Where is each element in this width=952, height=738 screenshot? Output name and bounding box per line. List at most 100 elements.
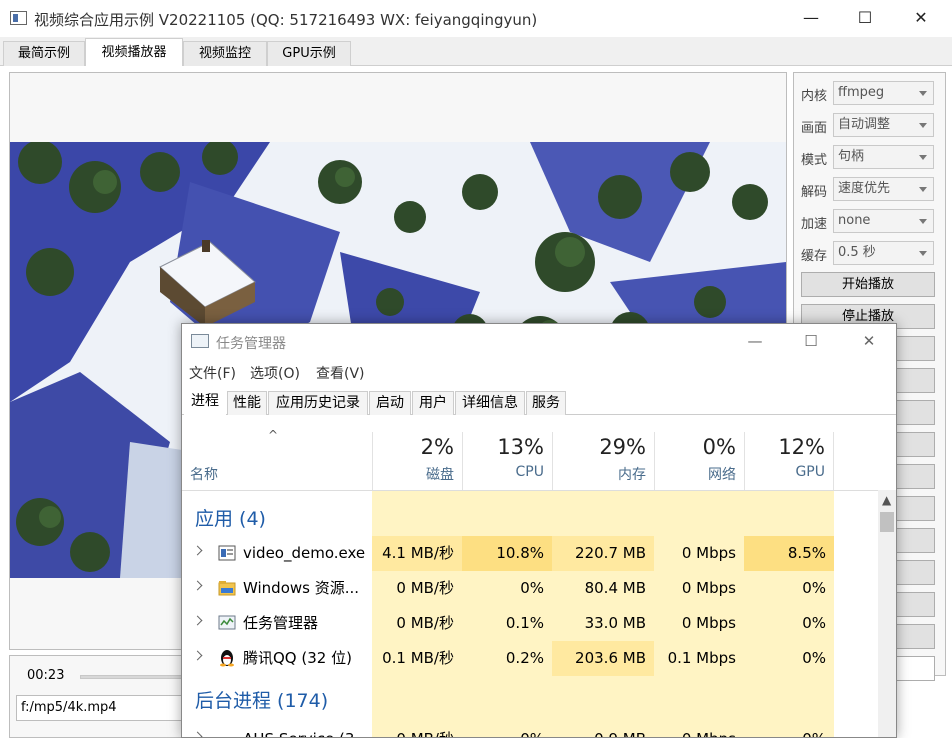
memory-value: 33.0 MB (584, 614, 646, 632)
network-value: 0 Mbps (681, 579, 736, 597)
tm-close-button[interactable]: ✕ (846, 324, 892, 358)
tab-performance[interactable]: 性能 (227, 391, 267, 415)
app-window-icon (218, 545, 236, 561)
option-label-decode: 解码 (801, 185, 828, 200)
task-manager-icon (191, 334, 209, 348)
url-input[interactable]: f:/mp5/4k.mp4 (16, 695, 186, 721)
option-label-cache: 缓存 (801, 249, 828, 264)
mode-combo[interactable]: 句柄 (833, 145, 934, 169)
group-row: 后台进程 (174) (182, 684, 882, 719)
menu-file[interactable]: 文件(F) (189, 363, 236, 383)
gpu-value: 0% (802, 579, 826, 597)
cpu-value: 0% (520, 579, 544, 597)
table-row[interactable]: 腾讯QQ (32 位) 0.1 MB/秒 0.2% 203.6 MB 0.1 M… (182, 641, 882, 676)
column-gpu[interactable]: 12% GPU (744, 432, 834, 490)
memory-value: 80.4 MB (584, 579, 646, 597)
column-disk[interactable]: 2% 磁盘 (372, 432, 462, 490)
task-manager-title: 任务管理器 (216, 336, 286, 352)
tab-app-history[interactable]: 应用历史记录 (268, 391, 368, 415)
chevron-down-icon (919, 123, 927, 128)
chevron-down-icon (919, 187, 927, 192)
process-list: 应用 (4) video_demo.exe 4.1 MB/秒 10.8% 220… (182, 490, 882, 737)
folder-icon (218, 581, 236, 596)
cpu-value: 0% (462, 722, 552, 737)
scale-combo[interactable]: 自动调整 (833, 113, 934, 137)
cpu-label: CPU (515, 464, 544, 480)
memory-value: 0.9 MB (552, 722, 654, 737)
gpu-value: 0% (744, 722, 834, 737)
disk-percent: 2% (420, 435, 454, 459)
network-value: 0 Mbps (681, 614, 736, 632)
sort-caret-icon: ^ (268, 428, 279, 442)
cache-combo-value: 0.5 秒 (838, 245, 876, 260)
chevron-right-icon[interactable] (192, 615, 203, 626)
group-background[interactable]: 后台进程 (174) (195, 686, 328, 713)
kernel-combo-value: ffmpeg (838, 85, 885, 100)
current-time: 00:23 (27, 668, 65, 683)
chevron-right-icon[interactable] (192, 545, 203, 556)
column-network[interactable]: 0% 网络 (654, 432, 744, 490)
accel-combo[interactable]: none (833, 209, 934, 233)
process-name: 腾讯QQ (32 位) (243, 649, 352, 667)
start-play-button[interactable]: 开始播放 (801, 272, 935, 297)
chevron-down-icon (919, 251, 927, 256)
scroll-thumb[interactable] (880, 512, 894, 532)
network-percent: 0% (702, 435, 736, 459)
mode-combo-value: 句柄 (838, 149, 865, 164)
cpu-value: 0.1% (505, 614, 544, 632)
tab-startup[interactable]: 启动 (369, 391, 411, 415)
disk-value: 0 MB/秒 (396, 614, 454, 632)
task-manager-title-bar: 任务管理器 — ☐ ✕ (182, 324, 896, 358)
column-memory[interactable]: 29% 内存 (552, 432, 654, 490)
menu-view[interactable]: 查看(V) (316, 363, 365, 383)
tab-gpu[interactable]: GPU示例 (267, 41, 351, 66)
decode-combo[interactable]: 速度优先 (833, 177, 934, 201)
process-name: AHS Service (3... (243, 722, 368, 737)
group-apps[interactable]: 应用 (4) (195, 504, 266, 531)
scroll-up-icon[interactable]: ▲ (882, 493, 891, 507)
memory-label: 内存 (618, 467, 646, 483)
table-row[interactable]: video_demo.exe 4.1 MB/秒 10.8% 220.7 MB 0… (182, 536, 882, 571)
maximize-button[interactable]: ☐ (842, 0, 888, 37)
table-row[interactable]: Windows 资源... 0 MB/秒 0% 80.4 MB 0 Mbps 0… (182, 571, 882, 606)
close-button[interactable]: ✕ (898, 0, 944, 37)
tm-tab-bar: 进程 性能 应用历史记录 启动 用户 详细信息 服务 (182, 387, 896, 416)
menu-options[interactable]: 选项(O) (250, 363, 300, 383)
cache-combo[interactable]: 0.5 秒 (833, 241, 934, 265)
process-name: Windows 资源... (243, 579, 360, 597)
table-row[interactable]: AHS Service (3... 0 MB/秒 0% 0.9 MB 0 Mbp… (182, 722, 882, 737)
scale-combo-value: 自动调整 (838, 117, 891, 132)
option-label-accel: 加速 (801, 217, 828, 232)
column-cpu[interactable]: 13% CPU (462, 432, 552, 490)
chevron-right-icon[interactable] (192, 731, 203, 737)
process-name: video_demo.exe (243, 544, 366, 562)
gpu-value: 8.5% (744, 536, 834, 571)
tab-users[interactable]: 用户 (412, 391, 454, 415)
tm-minimize-button[interactable]: — (732, 324, 778, 358)
table-row[interactable]: 任务管理器 0 MB/秒 0.1% 33.0 MB 0 Mbps 0% (182, 606, 882, 641)
tab-video-player[interactable]: 视频播放器 (85, 38, 183, 67)
tab-processes[interactable]: 进程 (184, 389, 226, 416)
tab-simple[interactable]: 最简示例 (3, 41, 85, 66)
chevron-down-icon (919, 91, 927, 96)
vertical-scrollbar[interactable]: ▲ (878, 490, 896, 737)
memory-value: 220.7 MB (552, 536, 654, 571)
column-name[interactable]: 名称 (190, 464, 218, 484)
option-label-kernel: 内核 (801, 89, 828, 104)
chevron-right-icon[interactable] (192, 650, 203, 661)
tab-video-monitor[interactable]: 视频监控 (183, 41, 267, 66)
window-title: 视频综合应用示例 V20221105 (QQ: 517216493 WX: fe… (34, 11, 538, 29)
minimize-button[interactable]: — (788, 0, 834, 37)
memory-value: 203.6 MB (552, 641, 654, 676)
tab-details[interactable]: 详细信息 (455, 391, 525, 415)
memory-percent: 29% (599, 435, 646, 459)
column-header: ^ 名称 2% 磁盘 13% CPU 29% 内存 0% 网络 12% GPU (182, 416, 896, 490)
decode-combo-value: 速度优先 (838, 181, 891, 196)
tab-services[interactable]: 服务 (526, 391, 566, 415)
accel-combo-value: none (838, 213, 871, 228)
tm-maximize-button[interactable]: ☐ (788, 324, 834, 358)
chevron-right-icon[interactable] (192, 580, 203, 591)
kernel-combo[interactable]: ffmpeg (833, 81, 934, 105)
group-row: 应用 (4) (182, 499, 882, 534)
app-icon (10, 11, 27, 25)
